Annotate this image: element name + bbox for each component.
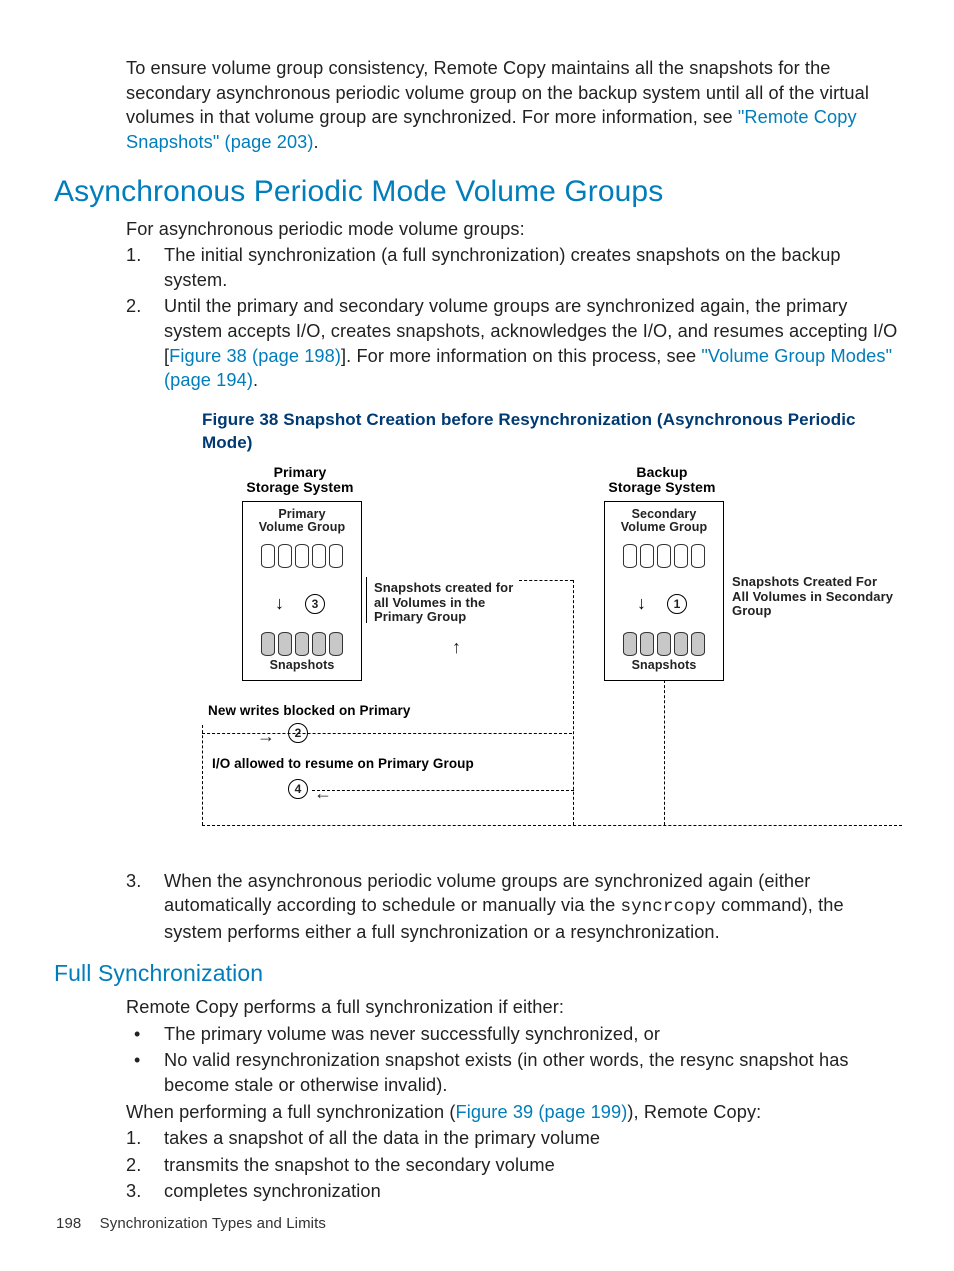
o3: completes synchronization xyxy=(164,1181,381,1201)
step-marker-4: 4 xyxy=(288,779,308,799)
dashed-line xyxy=(202,733,572,734)
li1-text: The initial synchronization (a full sync… xyxy=(164,245,841,290)
cylinder-icon xyxy=(691,544,705,568)
cylinder-icon xyxy=(623,544,637,568)
arrow-up-icon: ↑ xyxy=(452,635,461,659)
cylinder-icon xyxy=(691,632,705,656)
arrow-down-icon: ↓ xyxy=(275,594,284,612)
cylinder-icon xyxy=(312,632,326,656)
note-primary-snapshots: Snapshots created for all Volumes in the… xyxy=(374,581,514,626)
secondary-snapshots-row xyxy=(605,632,723,656)
note-secondary-snapshots: Snapshots Created For All Volumes in Sec… xyxy=(732,575,897,620)
heading-async-periodic: Asynchronous Periodic Mode Volume Groups xyxy=(54,172,900,213)
li2-text-b: ]. For more information on this process,… xyxy=(341,346,701,366)
label-backup-storage: Backup Storage System xyxy=(592,465,732,496)
list-item: completes synchronization xyxy=(126,1179,900,1204)
o2: transmits the snapshot to the secondary … xyxy=(164,1155,555,1175)
primary-snapshots-label: Snapshots xyxy=(243,657,361,674)
primary-group-title: Primary Volume Group xyxy=(243,508,361,536)
dashed-line xyxy=(519,580,573,581)
label-primary-storage: Primary Storage System xyxy=(230,465,370,496)
figure-38-caption: Figure 38 Snapshot Creation before Resyn… xyxy=(202,409,900,455)
arrow-left-icon: ← xyxy=(314,781,332,805)
p2-text-b: ), Remote Copy: xyxy=(627,1102,761,1122)
primary-volumes-row xyxy=(243,544,361,568)
section1-lead: For asynchronous periodic mode volume gr… xyxy=(126,217,900,242)
list-item: No valid resynchronization snapshot exis… xyxy=(126,1048,900,1097)
step-marker-3: 3 xyxy=(305,594,325,614)
label-io-resume: I/O allowed to resume on Primary Group xyxy=(212,755,474,773)
o1: takes a snapshot of all the data in the … xyxy=(164,1128,600,1148)
cylinder-icon xyxy=(278,544,292,568)
figure-38: Primary Storage System Backup Storage Sy… xyxy=(202,465,954,845)
p2-text-a: When performing a full synchronization ( xyxy=(126,1102,456,1122)
list-item: The initial synchronization (a full sync… xyxy=(126,243,900,292)
cylinder-icon xyxy=(640,544,654,568)
cylinder-icon xyxy=(261,632,275,656)
heading-full-synchronization: Full Synchronization xyxy=(54,958,900,989)
page-number: 198 xyxy=(56,1215,81,1232)
section1-ordered-list: The initial synchronization (a full sync… xyxy=(126,243,900,944)
bullet-2: No valid resynchronization snapshot exis… xyxy=(164,1050,849,1095)
section2-ordered-list: takes a snapshot of all the data in the … xyxy=(126,1126,900,1204)
dashed-line xyxy=(202,725,203,825)
divider-line xyxy=(366,577,367,623)
cylinder-icon xyxy=(329,544,343,568)
cylinder-icon xyxy=(640,632,654,656)
secondary-snapshots-label: Snapshots xyxy=(605,657,723,674)
list-item: transmits the snapshot to the secondary … xyxy=(126,1153,900,1178)
primary-snapshots-row xyxy=(243,632,361,656)
cylinder-icon xyxy=(329,632,343,656)
cylinder-icon xyxy=(623,632,637,656)
cylinder-icon xyxy=(295,632,309,656)
link-figure-38[interactable]: Figure 38 (page 198) xyxy=(169,346,341,366)
secondary-volumes-row xyxy=(605,544,723,568)
list-item: Until the primary and secondary volume g… xyxy=(126,294,900,844)
cylinder-icon xyxy=(261,544,275,568)
list-item: When the asynchronous periodic volume gr… xyxy=(126,869,900,945)
list-item: The primary volume was never successfull… xyxy=(126,1022,900,1047)
arrow-down-icon: ↓ xyxy=(637,594,646,612)
cylinder-icon xyxy=(295,544,309,568)
dashed-line xyxy=(202,825,902,826)
step-marker-1: 1 xyxy=(667,594,687,614)
cylinder-icon xyxy=(278,632,292,656)
dashed-line xyxy=(664,680,665,825)
dashed-line xyxy=(312,790,574,791)
section2-bullet-list: The primary volume was never successfull… xyxy=(126,1022,900,1098)
footer-title: Synchronization Types and Limits xyxy=(100,1215,326,1232)
section2-p1: Remote Copy performs a full synchronizat… xyxy=(126,995,900,1020)
dashed-line xyxy=(573,580,574,825)
cylinder-icon xyxy=(657,632,671,656)
cylinder-icon xyxy=(657,544,671,568)
bullet-1: The primary volume was never successfull… xyxy=(164,1024,660,1044)
intro-paragraph: To ensure volume group consistency, Remo… xyxy=(126,56,900,154)
link-figure-39[interactable]: Figure 39 (page 199) xyxy=(456,1102,628,1122)
label-new-writes-blocked: New writes blocked on Primary xyxy=(208,702,410,720)
code-syncrcopy: syncrcopy xyxy=(621,897,716,917)
cylinder-icon xyxy=(312,544,326,568)
secondary-group-title: Secondary Volume Group xyxy=(605,508,723,536)
arrow-right-icon: → xyxy=(257,724,275,748)
section2-p2: When performing a full synchronization (… xyxy=(126,1100,900,1125)
page-footer: 198 Synchronization Types and Limits xyxy=(56,1214,326,1234)
intro-text-b: . xyxy=(314,132,319,152)
li2-text-c: . xyxy=(253,370,258,390)
list-item: takes a snapshot of all the data in the … xyxy=(126,1126,900,1151)
primary-volume-group-box: Primary Volume Group ↓ 3 xyxy=(242,501,362,681)
cylinder-icon xyxy=(674,544,688,568)
secondary-volume-group-box: Secondary Volume Group ↓ 1 xyxy=(604,501,724,681)
cylinder-icon xyxy=(674,632,688,656)
